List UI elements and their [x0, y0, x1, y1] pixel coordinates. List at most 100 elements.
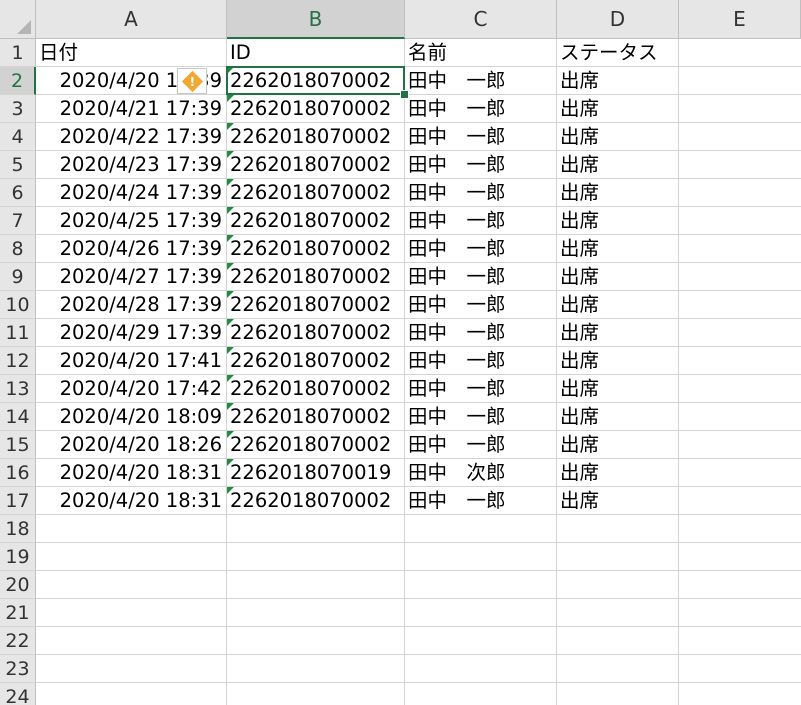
- column-header-d[interactable]: D: [557, 0, 679, 39]
- status-cell[interactable]: 出席: [557, 263, 678, 291]
- row-header-4[interactable]: 4: [0, 123, 36, 151]
- row-header-8[interactable]: 8: [0, 235, 36, 263]
- row-header-9[interactable]: 9: [0, 263, 36, 291]
- spreadsheet[interactable]: A B C D E 1 2 3 4 5 6 7 8 9 10 11 12 13 14 15 16 17 18 19 20 21 22…: [0, 0, 801, 705]
- date-cell[interactable]: 2020/4/20 18:26: [36, 431, 226, 459]
- id-cell[interactable]: 2262018070002: [227, 291, 404, 319]
- name-cell[interactable]: 田中 一郎: [405, 95, 556, 123]
- name-cell[interactable]: 田中 一郎: [405, 151, 556, 179]
- id-cell[interactable]: 2262018070002: [227, 151, 404, 179]
- id-cell[interactable]: 2262018070002: [227, 319, 404, 347]
- status-cell[interactable]: 出席: [557, 95, 678, 123]
- row-header-3[interactable]: 3: [0, 95, 36, 123]
- name-cell[interactable]: 田中 一郎: [405, 291, 556, 319]
- row-header-18[interactable]: 18: [0, 515, 36, 543]
- status-cell[interactable]: 出席: [557, 375, 678, 403]
- date-cell[interactable]: 2020/4/25 17:39: [36, 207, 226, 235]
- status-cell[interactable]: 出席: [557, 403, 678, 431]
- status-cell[interactable]: 出席: [557, 207, 678, 235]
- name-cell[interactable]: 田中 一郎: [405, 179, 556, 207]
- date-cell[interactable]: 2020/4/20 18:31: [36, 487, 226, 515]
- id-cell[interactable]: 2262018070002: [227, 207, 404, 235]
- name-cell[interactable]: 田中 次郎: [405, 459, 556, 487]
- name-cell[interactable]: 田中 一郎: [405, 207, 556, 235]
- name-cell[interactable]: 田中 一郎: [405, 375, 556, 403]
- status-cell[interactable]: 出席: [557, 179, 678, 207]
- id-cell[interactable]: 2262018070002: [227, 123, 404, 151]
- name-cell[interactable]: 田中 一郎: [405, 319, 556, 347]
- row-header-19[interactable]: 19: [0, 543, 36, 571]
- status-cell[interactable]: 出席: [557, 67, 678, 95]
- status-cell[interactable]: 出席: [557, 319, 678, 347]
- date-cell[interactable]: 2020/4/21 17:39: [36, 95, 226, 123]
- status-cell[interactable]: 出席: [557, 291, 678, 319]
- date-cell[interactable]: 2020/4/26 17:39: [36, 235, 226, 263]
- name-cell[interactable]: 田中 一郎: [405, 263, 556, 291]
- id-cell[interactable]: 2262018070002: [227, 487, 404, 515]
- status-cell[interactable]: 出席: [557, 151, 678, 179]
- id-cell[interactable]: 2262018070002: [227, 67, 404, 95]
- status-cell[interactable]: 出席: [557, 459, 678, 487]
- status-cell[interactable]: 出席: [557, 123, 678, 151]
- name-cell[interactable]: 田中 一郎: [405, 431, 556, 459]
- row-header-15[interactable]: 15: [0, 431, 36, 459]
- select-all-corner[interactable]: [0, 0, 36, 39]
- column-header-c[interactable]: C: [405, 0, 557, 39]
- date-cell[interactable]: 2020/4/20 18:31: [36, 459, 226, 487]
- header-cell-a[interactable]: 日付: [36, 39, 226, 67]
- date-cell[interactable]: 2020/4/23 17:39: [36, 151, 226, 179]
- header-cell-d[interactable]: ステータス: [557, 39, 678, 67]
- id-cell[interactable]: 2262018070002: [227, 431, 404, 459]
- row-header-13[interactable]: 13: [0, 375, 36, 403]
- date-cell[interactable]: 2020/4/27 17:39: [36, 263, 226, 291]
- row-header-2[interactable]: 2: [0, 67, 36, 95]
- row-header-17[interactable]: 17: [0, 487, 36, 515]
- status-cell[interactable]: 出席: [557, 347, 678, 375]
- row-header-24[interactable]: 24: [0, 683, 36, 705]
- row-header-23[interactable]: 23: [0, 655, 36, 683]
- row-header-11[interactable]: 11: [0, 319, 36, 347]
- row-header-5[interactable]: 5: [0, 151, 36, 179]
- id-cell[interactable]: 2262018070002: [227, 263, 404, 291]
- status-cell[interactable]: 出席: [557, 431, 678, 459]
- row-header-6[interactable]: 6: [0, 179, 36, 207]
- row-header-16[interactable]: 16: [0, 459, 36, 487]
- date-cell[interactable]: 2020/4/24 17:39: [36, 179, 226, 207]
- row-header-1[interactable]: 1: [0, 39, 36, 67]
- name-cell[interactable]: 田中 一郎: [405, 67, 556, 95]
- name-cell[interactable]: 田中 一郎: [405, 347, 556, 375]
- column-header-e[interactable]: E: [679, 0, 801, 39]
- header-cell-b[interactable]: ID: [227, 39, 404, 67]
- name-cell[interactable]: 田中 一郎: [405, 123, 556, 151]
- row-header-21[interactable]: 21: [0, 599, 36, 627]
- error-options-button[interactable]: !: [177, 68, 207, 94]
- date-cell[interactable]: 2020/4/29 17:39: [36, 319, 226, 347]
- column-header-a[interactable]: A: [36, 0, 227, 39]
- header-cell-c[interactable]: 名前: [405, 39, 556, 67]
- date-cell[interactable]: 2020/4/20 17:41: [36, 347, 226, 375]
- row-header-22[interactable]: 22: [0, 627, 36, 655]
- date-cell[interactable]: 2020/4/22 17:39: [36, 123, 226, 151]
- id-cell[interactable]: 2262018070002: [227, 235, 404, 263]
- status-cell[interactable]: 出席: [557, 235, 678, 263]
- id-cell[interactable]: 2262018070002: [227, 347, 404, 375]
- status-cell[interactable]: 出席: [557, 487, 678, 515]
- row-header-7[interactable]: 7: [0, 207, 36, 235]
- row-header-14[interactable]: 14: [0, 403, 36, 431]
- row-header-20[interactable]: 20: [0, 571, 36, 599]
- date-cell[interactable]: 2020/4/20 18:09: [36, 403, 226, 431]
- id-cell[interactable]: 2262018070002: [227, 375, 404, 403]
- fill-handle[interactable]: [400, 90, 409, 99]
- date-cell[interactable]: 2020/4/28 17:39: [36, 291, 226, 319]
- name-cell[interactable]: 田中 一郎: [405, 487, 556, 515]
- id-cell[interactable]: 2262018070002: [227, 403, 404, 431]
- row-header-10[interactable]: 10: [0, 291, 36, 319]
- id-cell[interactable]: 2262018070019: [227, 459, 404, 487]
- name-cell[interactable]: 田中 一郎: [405, 403, 556, 431]
- id-cell[interactable]: 2262018070002: [227, 179, 404, 207]
- date-cell[interactable]: 2020/4/20 17:42: [36, 375, 226, 403]
- name-cell[interactable]: 田中 一郎: [405, 235, 556, 263]
- id-cell[interactable]: 2262018070002: [227, 95, 404, 123]
- row-header-12[interactable]: 12: [0, 347, 36, 375]
- column-header-b[interactable]: B: [227, 0, 405, 39]
